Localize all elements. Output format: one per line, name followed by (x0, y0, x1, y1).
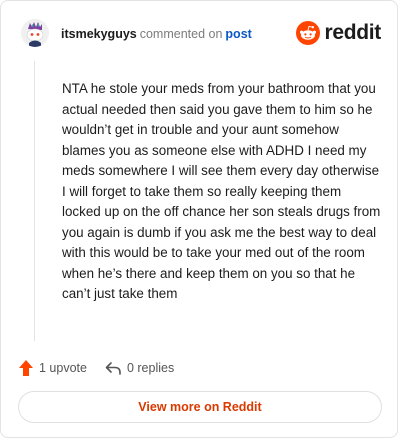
username[interactable]: itsmekyguys (61, 27, 137, 41)
upvote-count: 1 upvote (39, 361, 87, 375)
replies-count: 0 replies (126, 361, 175, 375)
reddit-wordmark: reddit (324, 21, 381, 44)
view-more-button[interactable]: View more on Reddit (18, 391, 382, 423)
thread-line (34, 61, 35, 341)
replies-button[interactable]: 0 replies (105, 361, 174, 375)
reddit-logo[interactable]: reddit (296, 19, 381, 47)
commented-on-text: commented on (139, 27, 223, 41)
post-link[interactable]: post (225, 27, 251, 41)
upvote-arrow-icon (19, 360, 33, 376)
reply-arrow-icon (105, 362, 121, 375)
comment-actions: 1 upvote 0 replies (19, 358, 174, 378)
comment-body: NTA he stole your meds from your bathroo… (62, 81, 381, 301)
snoo-avatar-icon (21, 19, 49, 47)
comment-header: itsmekyguys commented on post reddit (21, 19, 381, 49)
upvote-button[interactable]: 1 upvote (19, 360, 87, 376)
comment-embed-card: itsmekyguys commented on post reddit NTA h… (0, 0, 398, 438)
comment-meta: itsmekyguys commented on post (61, 26, 252, 42)
reddit-snoo-icon (296, 21, 321, 45)
user-avatar[interactable] (21, 19, 49, 47)
